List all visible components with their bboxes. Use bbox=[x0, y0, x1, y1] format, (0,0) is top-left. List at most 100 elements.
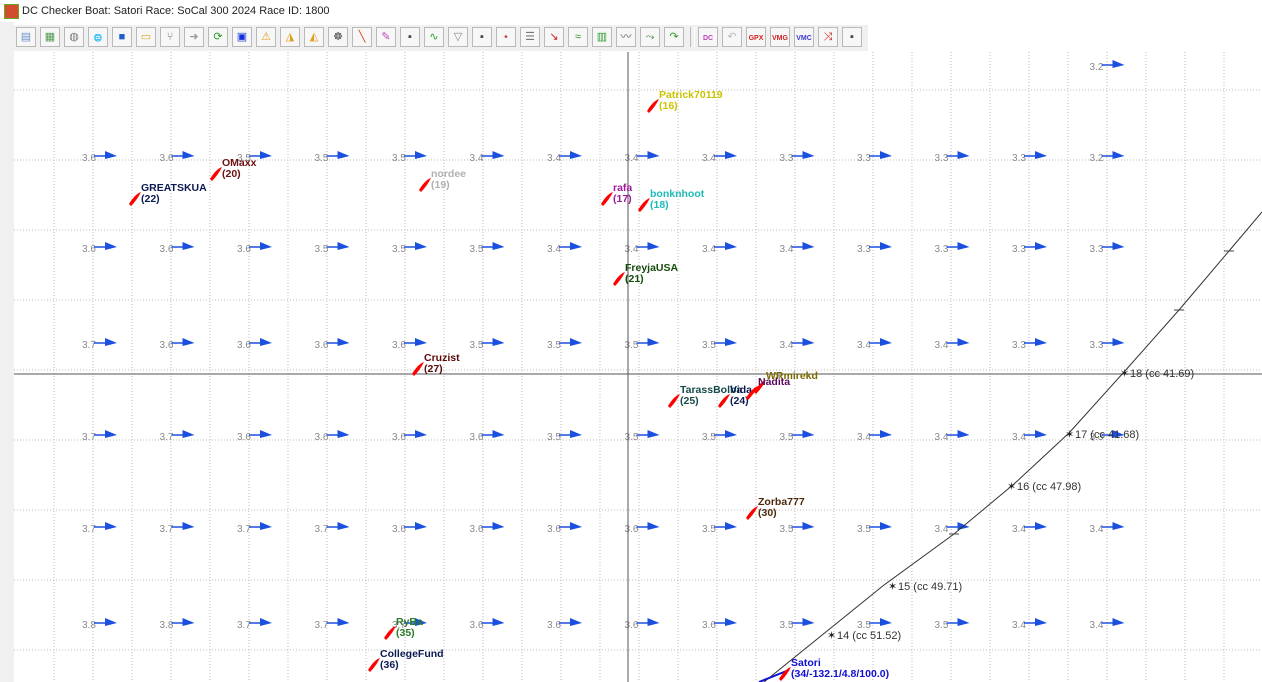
track-point: ✶ 18 (cc 41.69) bbox=[1120, 368, 1194, 380]
track-green-button[interactable]: ≈ bbox=[568, 27, 588, 47]
boat-marker[interactable]: Nadita bbox=[746, 376, 790, 400]
boat-marker[interactable]: Zorba777(30) bbox=[746, 496, 805, 520]
svg-text:3.6: 3.6 bbox=[160, 153, 174, 164]
chart-canvas[interactable]: 3.2 3.6 3.6 3.5 3.5 3.5 3.4 3.4 3.4 3.4 3.3 3.3 3.3 3… bbox=[14, 22, 1262, 682]
wind-arrow: 3.6 bbox=[547, 522, 582, 535]
gpx-button[interactable]: GPX bbox=[746, 27, 766, 47]
boat-name: Nadita bbox=[758, 376, 790, 388]
svg-text:3.6: 3.6 bbox=[237, 244, 251, 255]
warning-icon: ⚠ bbox=[261, 31, 271, 43]
route-button[interactable]: ∿ bbox=[424, 27, 444, 47]
table-edit-button[interactable]: ▦ bbox=[40, 27, 60, 47]
save-button[interactable]: ▪ bbox=[400, 27, 420, 47]
list-button[interactable]: ☰ bbox=[520, 27, 540, 47]
go-arrow-button[interactable]: ↷ bbox=[664, 27, 684, 47]
track-green-icon: ≈ bbox=[574, 31, 582, 43]
track-point-mark: ✶ bbox=[827, 630, 836, 642]
boat-number: (22) bbox=[141, 193, 160, 205]
svg-text:3.5: 3.5 bbox=[780, 432, 794, 443]
boat-number: (18) bbox=[650, 199, 669, 211]
svg-text:3.8: 3.8 bbox=[82, 620, 96, 631]
wind-arrow: 3.5 bbox=[702, 522, 737, 535]
toolbar: ▤ ▦ ◍ 🌐 ■ ▭ ⑂ ➜ ⟳ ▣ ⚠ ◮ ◭ ☸ ╲ ✎ ▪ ∿ ▽ ▪ ⋆ ☰ ↘ ≈ ▥ 〰 ⤳ ↷ DC ↶ GPX VMG VMC… bbox=[14, 25, 868, 51]
wind-arrow: 3.4 bbox=[702, 151, 737, 164]
table-view-button[interactable]: ▤ bbox=[16, 27, 36, 47]
wind-arrow: 3.6 bbox=[160, 242, 195, 255]
boat-icon bbox=[613, 272, 625, 286]
boat-marker[interactable]: nordee(19) bbox=[419, 168, 466, 192]
wind-arrow: 3.6 bbox=[625, 522, 660, 535]
svg-text:3.7: 3.7 bbox=[315, 524, 329, 535]
disk-icon: ◍ bbox=[69, 31, 79, 43]
boat-marker[interactable]: OMaxx(20) bbox=[210, 157, 257, 181]
disk-button[interactable]: ◍ bbox=[64, 27, 84, 47]
wind-arrow: 3.5 bbox=[780, 618, 815, 631]
svg-text:3.6: 3.6 bbox=[315, 340, 329, 351]
blue-square-button[interactable]: ■ bbox=[112, 27, 132, 47]
wind-arrow: 3.5 bbox=[857, 522, 892, 535]
arrow-right-button[interactable]: ➜ bbox=[184, 27, 204, 47]
vmc-button[interactable]: VMC bbox=[794, 27, 814, 47]
track-red-icon: ↘ bbox=[549, 31, 559, 43]
svg-text:3.3: 3.3 bbox=[780, 153, 794, 164]
zigzag-icon: 〰 bbox=[620, 31, 632, 43]
folder-button[interactable]: ▭ bbox=[136, 27, 156, 47]
boat-marker[interactable]: CollegeFund(36) bbox=[368, 648, 444, 672]
sail-alt-button[interactable]: ◭ bbox=[304, 27, 324, 47]
svg-text:3.5: 3.5 bbox=[780, 524, 794, 535]
boat-number: (21) bbox=[625, 273, 644, 285]
globe-button[interactable]: 🌐 bbox=[88, 27, 108, 47]
undo-button[interactable]: ↶ bbox=[722, 27, 742, 47]
svg-text:3.7: 3.7 bbox=[237, 524, 251, 535]
wind-arrow: 3.5 bbox=[470, 338, 505, 351]
svg-text:3.5: 3.5 bbox=[470, 340, 484, 351]
svg-text:3.4: 3.4 bbox=[857, 432, 871, 443]
save-alt-button[interactable]: ▪ bbox=[472, 27, 492, 47]
boats-layer[interactable]: Patrick70119(16) OMaxx(20)GREATSKUA(22) no… bbox=[129, 89, 889, 681]
svg-text:3.4: 3.4 bbox=[702, 153, 716, 164]
boat-marker[interactable]: Cruzist(27) bbox=[412, 352, 460, 376]
fork-button[interactable]: ⑂ bbox=[160, 27, 180, 47]
warning-button[interactable]: ⚠ bbox=[256, 27, 276, 47]
filter-button[interactable]: ▽ bbox=[448, 27, 468, 47]
chart-line-button[interactable]: ⤳ bbox=[640, 27, 660, 47]
boat-marker[interactable]: FreyjaUSA(21) bbox=[613, 262, 679, 286]
wind-arrow: 3.7 bbox=[237, 522, 272, 535]
save-final-button[interactable]: ▪ bbox=[842, 27, 862, 47]
track-point-mark: ✶ bbox=[1065, 429, 1074, 441]
boat-icon bbox=[638, 198, 650, 212]
grid-green-button[interactable]: ▥ bbox=[592, 27, 612, 47]
dc-button[interactable]: DC bbox=[698, 27, 718, 47]
boat-marker[interactable]: rafa(17) bbox=[601, 182, 632, 206]
chart-line-icon: ⤳ bbox=[645, 31, 655, 43]
track-red-button[interactable]: ↘ bbox=[544, 27, 564, 47]
boat-marker[interactable]: bonknhoot(18) bbox=[638, 188, 705, 212]
line-button[interactable]: ╲ bbox=[352, 27, 372, 47]
new-waypoint-button[interactable]: ✎ bbox=[376, 27, 396, 47]
frame-button[interactable]: ▣ bbox=[232, 27, 252, 47]
grid-green-icon: ▥ bbox=[596, 31, 608, 43]
refresh-button[interactable]: ⟳ bbox=[208, 27, 228, 47]
vmg-button[interactable]: VMG bbox=[770, 27, 790, 47]
boat-marker[interactable]: RyBa(35) bbox=[384, 616, 423, 640]
svg-text:3.2: 3.2 bbox=[1090, 153, 1104, 164]
svg-text:3.4: 3.4 bbox=[625, 153, 639, 164]
track-compare-button[interactable]: ⤨ bbox=[818, 27, 838, 47]
plot-point-button[interactable]: ⋆ bbox=[496, 27, 516, 47]
boat-marker[interactable]: Satori(34/-132.1/4.8/100.0) bbox=[779, 657, 889, 681]
sail-button[interactable]: ◮ bbox=[280, 27, 300, 47]
svg-text:3.4: 3.4 bbox=[935, 524, 949, 535]
sail-alt-icon: ◭ bbox=[309, 31, 319, 43]
wind-arrow: 3.5 bbox=[547, 430, 582, 443]
boat-marker[interactable]: Patrick70119(16) bbox=[647, 89, 723, 113]
boat-marker[interactable]: GREATSKUA(22) bbox=[129, 182, 207, 206]
svg-text:3.7: 3.7 bbox=[82, 432, 96, 443]
svg-text:3.3: 3.3 bbox=[857, 244, 871, 255]
helm-button[interactable]: ☸ bbox=[328, 27, 348, 47]
zigzag-button[interactable]: 〰 bbox=[616, 27, 636, 47]
boat-icon bbox=[419, 178, 431, 192]
wind-arrow: 3.4 bbox=[625, 242, 660, 255]
wind-arrow: 3.3 bbox=[780, 151, 815, 164]
wind-arrow: 3.5 bbox=[315, 151, 350, 164]
wind-arrow: 3.6 bbox=[160, 151, 195, 164]
